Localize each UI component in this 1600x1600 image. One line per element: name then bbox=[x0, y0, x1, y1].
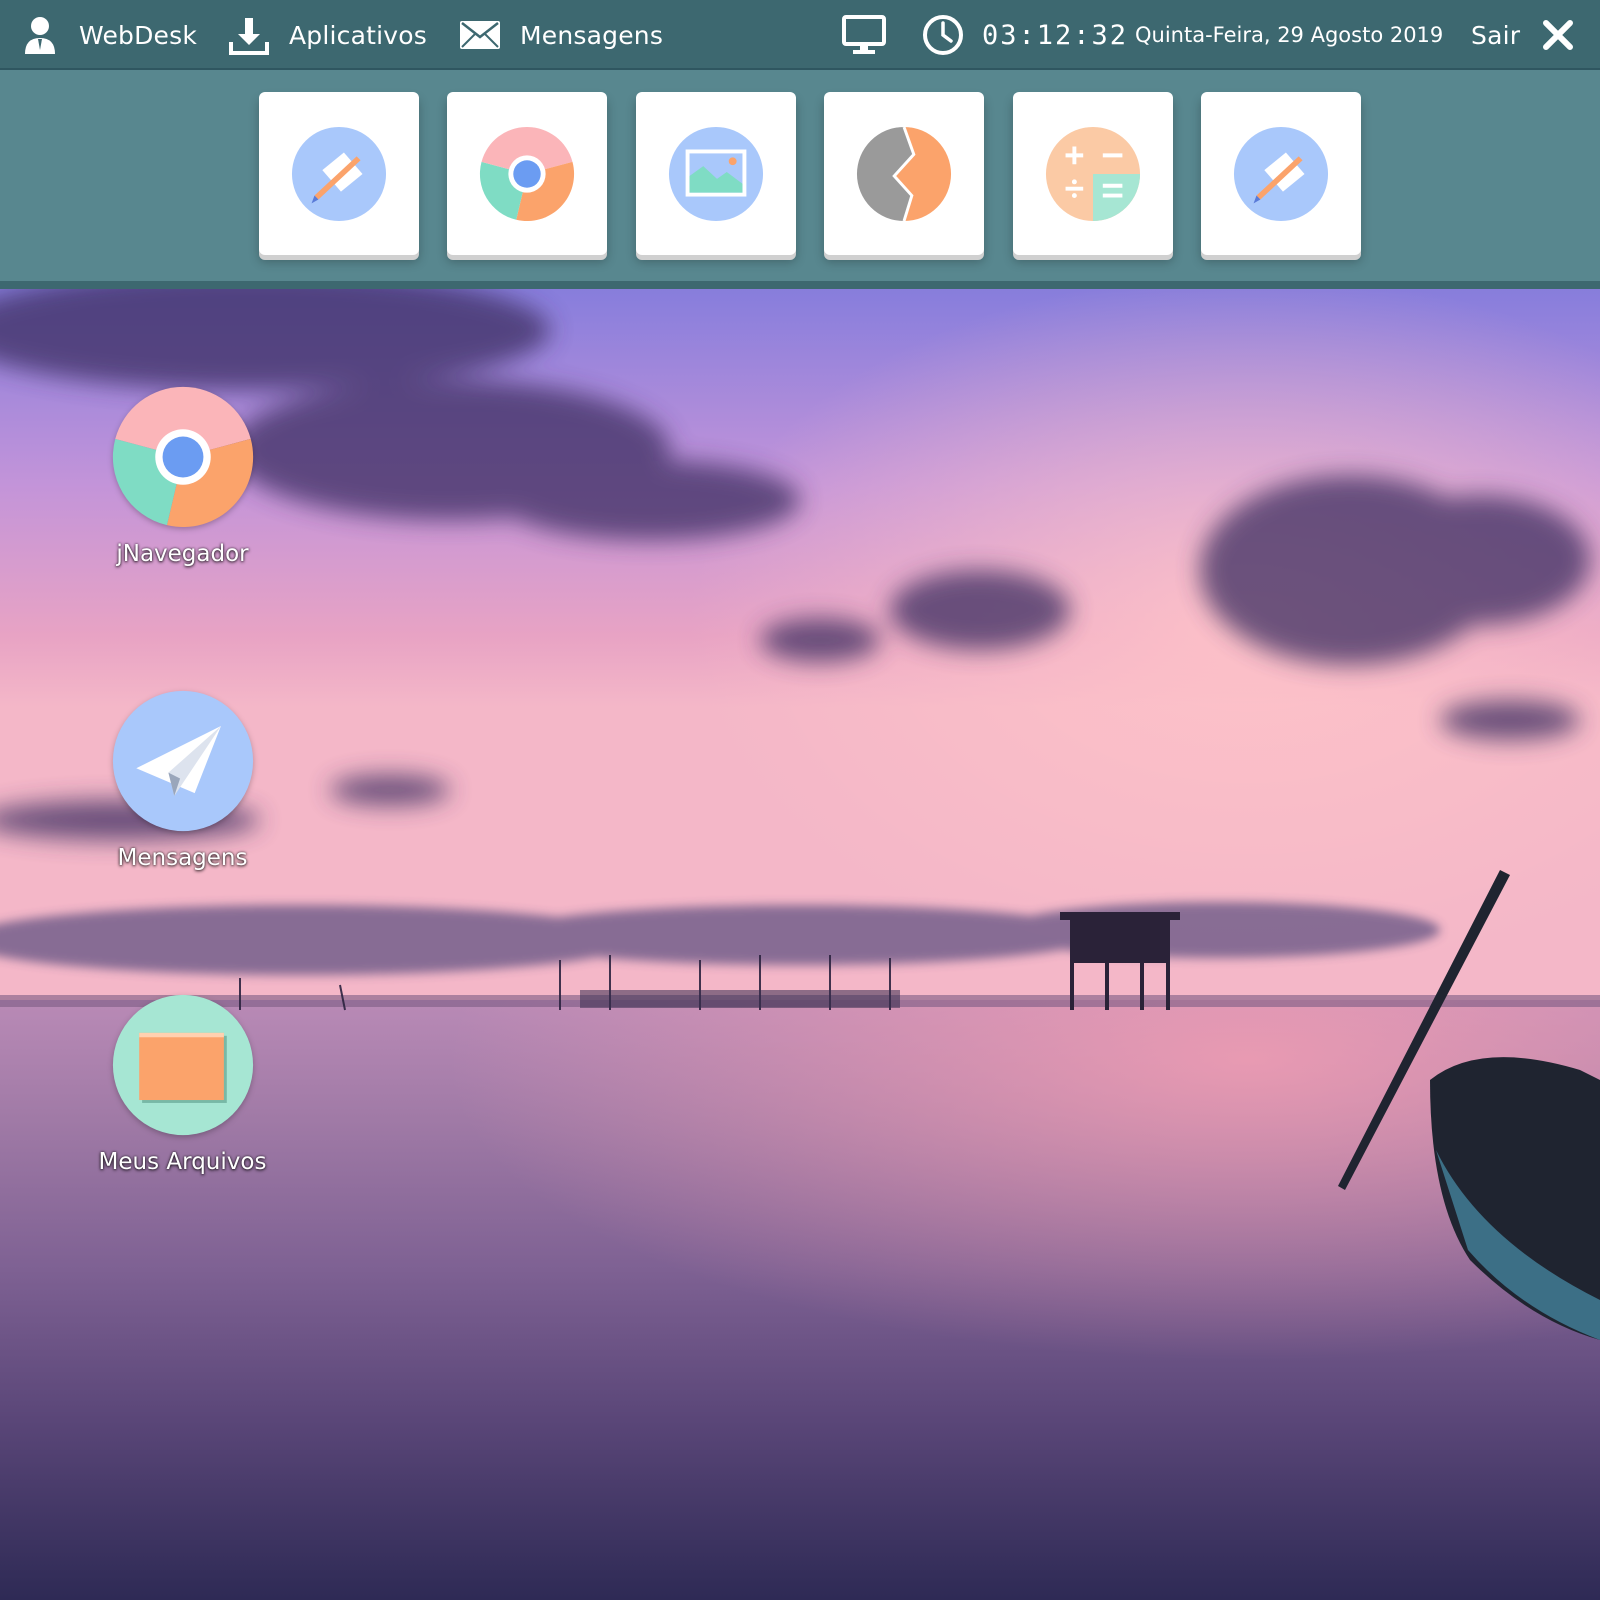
launcher-tile-browser[interactable] bbox=[447, 92, 607, 255]
desktop-icon-label: Meus Arquivos bbox=[98, 1149, 267, 1175]
launcher-tile-calculator[interactable] bbox=[1013, 92, 1173, 255]
apps-menu-button[interactable]: Aplicativos bbox=[228, 0, 427, 70]
desktop-icon-label: Mensagens bbox=[117, 845, 248, 871]
desktop-icon-jnavegador[interactable]: jNavegador bbox=[80, 384, 285, 567]
top-bar: WebDesk Aplicativos Mensagens 03:12:32 Q… bbox=[0, 0, 1600, 70]
image-viewer-icon bbox=[668, 126, 764, 221]
clock-icon bbox=[923, 15, 963, 55]
messages-menu-button[interactable]: Mensagens bbox=[459, 0, 663, 70]
paper-plane-icon bbox=[112, 690, 253, 832]
folder-icon bbox=[112, 994, 253, 1136]
launcher-tile-text-editor[interactable] bbox=[259, 92, 419, 255]
desktop-icon-mensagens[interactable]: Mensagens bbox=[80, 688, 285, 871]
user-icon bbox=[25, 17, 55, 54]
apps-label: Aplicativos bbox=[289, 20, 427, 50]
messages-label: Mensagens bbox=[520, 20, 664, 50]
show-desktop-button[interactable] bbox=[842, 0, 886, 70]
launcher-tile-text-editor-2[interactable] bbox=[1201, 92, 1361, 255]
app-launcher-bar bbox=[0, 70, 1600, 289]
text-editor-icon bbox=[1233, 126, 1329, 221]
desktop-icon-label: jNavegador bbox=[116, 541, 249, 567]
clock: 03:12:32 bbox=[922, 0, 1128, 70]
browser-icon bbox=[479, 126, 575, 221]
close-icon bbox=[1543, 20, 1574, 50]
clock-time: 03:12:32 bbox=[982, 19, 1129, 51]
user-label: WebDesk bbox=[79, 20, 198, 50]
envelope-icon bbox=[460, 21, 500, 49]
date-display: Quinta-Feira, 29 Agosto 2019 bbox=[1135, 0, 1443, 70]
launcher-tile-image-viewer[interactable] bbox=[636, 92, 796, 255]
calculator-icon bbox=[1045, 126, 1141, 221]
desktop-icon-meus-arquivos[interactable]: Meus Arquivos bbox=[80, 992, 285, 1175]
logout-button[interactable]: Sair bbox=[1471, 0, 1574, 70]
monitor-icon bbox=[842, 15, 886, 54]
text-editor-icon bbox=[291, 126, 387, 221]
logout-label: Sair bbox=[1471, 20, 1521, 50]
date-text: Quinta-Feira, 29 Agosto 2019 bbox=[1135, 23, 1444, 47]
download-icon bbox=[229, 18, 269, 55]
user-menu-button[interactable]: WebDesk bbox=[22, 0, 197, 70]
clock-app-icon bbox=[856, 125, 952, 221]
launcher-tile-clock-app[interactable] bbox=[824, 92, 984, 255]
browser-icon bbox=[112, 386, 253, 528]
